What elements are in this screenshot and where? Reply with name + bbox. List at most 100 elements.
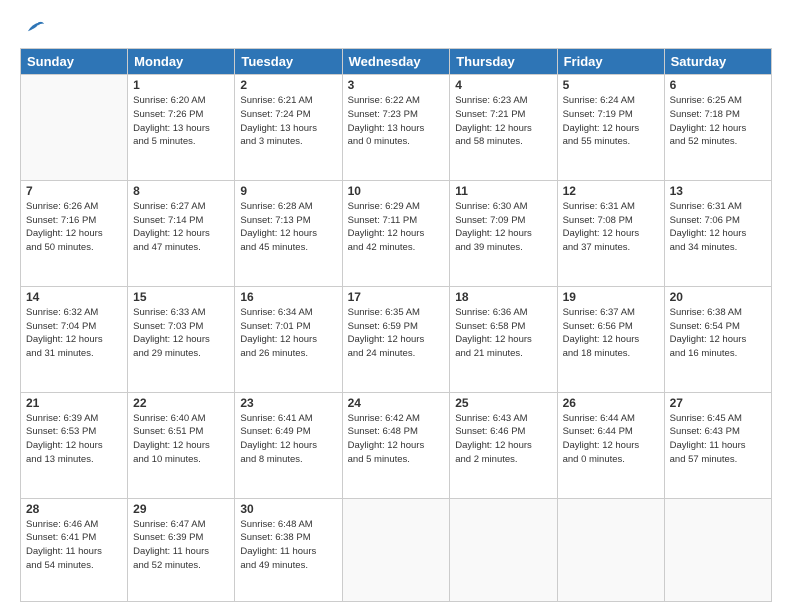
day-info: Sunrise: 6:29 AMSunset: 7:11 PMDaylight:… bbox=[348, 200, 445, 255]
day-number: 6 bbox=[670, 78, 766, 92]
day-number: 21 bbox=[26, 396, 122, 410]
day-info: Sunrise: 6:32 AMSunset: 7:04 PMDaylight:… bbox=[26, 306, 122, 361]
calendar-cell: 9Sunrise: 6:28 AMSunset: 7:13 PMDaylight… bbox=[235, 180, 342, 286]
calendar-cell: 24 Sunrise: 6:42 AMSunset: 6:48 PMDayligh… bbox=[342, 392, 450, 498]
day-number: 13 bbox=[670, 184, 766, 198]
calendar-header-thursday: Thursday bbox=[450, 49, 557, 75]
day-number: 29 bbox=[133, 502, 229, 516]
day-info: Sunrise: 6:39 AMSunset: 6:53 PMDaylight:… bbox=[26, 412, 122, 467]
calendar-week-0: 1 Sunrise: 6:20 AMSunset: 7:26 PMDaylight… bbox=[21, 75, 772, 181]
calendar-cell: 20 Sunrise: 6:38 AMSunset: 6:54 PMDayligh… bbox=[664, 286, 771, 392]
day-info: Sunrise: 6:31 AMSunset: 7:08 PMDaylight:… bbox=[563, 200, 659, 255]
day-number: 12 bbox=[563, 184, 659, 198]
day-number: 17 bbox=[348, 290, 445, 304]
day-info: Sunrise: 6:36 AMSunset: 6:58 PMDaylight:… bbox=[455, 306, 551, 361]
calendar-week-1: 7Sunrise: 6:26 AMSunset: 7:16 PMDaylight… bbox=[21, 180, 772, 286]
calendar-week-4: 28 Sunrise: 6:46 AMSunset: 6:41 PMDayligh… bbox=[21, 498, 772, 601]
day-number: 26 bbox=[563, 396, 659, 410]
calendar-cell: 28 Sunrise: 6:46 AMSunset: 6:41 PMDayligh… bbox=[21, 498, 128, 601]
calendar-table: SundayMondayTuesdayWednesdayThursdayFrid… bbox=[20, 48, 772, 602]
calendar-header-monday: Monday bbox=[128, 49, 235, 75]
calendar-cell: 27 Sunrise: 6:45 AMSunset: 6:43 PMDayligh… bbox=[664, 392, 771, 498]
calendar-cell: 13 Sunrise: 6:31 AMSunset: 7:06 PMDayligh… bbox=[664, 180, 771, 286]
day-number: 4 bbox=[455, 78, 551, 92]
calendar-cell: 15 Sunrise: 6:33 AMSunset: 7:03 PMDayligh… bbox=[128, 286, 235, 392]
day-number: 2 bbox=[240, 78, 336, 92]
page: SundayMondayTuesdayWednesdayThursdayFrid… bbox=[0, 0, 792, 612]
day-info: Sunrise: 6:46 AMSunset: 6:41 PMDaylight:… bbox=[26, 518, 122, 573]
day-info: Sunrise: 6:30 AMSunset: 7:09 PMDaylight:… bbox=[455, 200, 551, 255]
calendar-cell: 3 Sunrise: 6:22 AMSunset: 7:23 PMDaylight… bbox=[342, 75, 450, 181]
calendar-header-wednesday: Wednesday bbox=[342, 49, 450, 75]
day-info: Sunrise: 6:25 AMSunset: 7:18 PMDaylight:… bbox=[670, 94, 766, 149]
calendar-cell: 25 Sunrise: 6:43 AMSunset: 6:46 PMDayligh… bbox=[450, 392, 557, 498]
calendar-cell bbox=[450, 498, 557, 601]
calendar-week-2: 14 Sunrise: 6:32 AMSunset: 7:04 PMDayligh… bbox=[21, 286, 772, 392]
day-number: 24 bbox=[348, 396, 445, 410]
calendar-cell: 30 Sunrise: 6:48 AMSunset: 6:38 PMDayligh… bbox=[235, 498, 342, 601]
calendar-cell: 21 Sunrise: 6:39 AMSunset: 6:53 PMDayligh… bbox=[21, 392, 128, 498]
day-info: Sunrise: 6:33 AMSunset: 7:03 PMDaylight:… bbox=[133, 306, 229, 361]
day-number: 28 bbox=[26, 502, 122, 516]
day-info: Sunrise: 6:45 AMSunset: 6:43 PMDaylight:… bbox=[670, 412, 766, 467]
day-number: 10 bbox=[348, 184, 445, 198]
calendar-header-friday: Friday bbox=[557, 49, 664, 75]
day-info: Sunrise: 6:26 AMSunset: 7:16 PMDaylight:… bbox=[26, 200, 122, 255]
calendar-cell bbox=[21, 75, 128, 181]
header bbox=[20, 18, 772, 40]
day-info: Sunrise: 6:48 AMSunset: 6:38 PMDaylight:… bbox=[240, 518, 336, 573]
day-info: Sunrise: 6:40 AMSunset: 6:51 PMDaylight:… bbox=[133, 412, 229, 467]
calendar-cell bbox=[557, 498, 664, 601]
calendar-header-sunday: Sunday bbox=[21, 49, 128, 75]
calendar-cell: 22 Sunrise: 6:40 AMSunset: 6:51 PMDayligh… bbox=[128, 392, 235, 498]
day-info: Sunrise: 6:22 AMSunset: 7:23 PMDaylight:… bbox=[348, 94, 445, 149]
day-number: 25 bbox=[455, 396, 551, 410]
day-number: 22 bbox=[133, 396, 229, 410]
calendar-cell bbox=[664, 498, 771, 601]
calendar-cell: 10 Sunrise: 6:29 AMSunset: 7:11 PMDayligh… bbox=[342, 180, 450, 286]
day-info: Sunrise: 6:44 AMSunset: 6:44 PMDaylight:… bbox=[563, 412, 659, 467]
calendar-cell: 26 Sunrise: 6:44 AMSunset: 6:44 PMDayligh… bbox=[557, 392, 664, 498]
day-number: 8 bbox=[133, 184, 229, 198]
calendar-cell: 23Sunrise: 6:41 AMSunset: 6:49 PMDayligh… bbox=[235, 392, 342, 498]
logo bbox=[20, 18, 44, 40]
day-number: 15 bbox=[133, 290, 229, 304]
day-number: 14 bbox=[26, 290, 122, 304]
day-info: Sunrise: 6:34 AMSunset: 7:01 PMDaylight:… bbox=[240, 306, 336, 361]
day-info: Sunrise: 6:20 AMSunset: 7:26 PMDaylight:… bbox=[133, 94, 229, 149]
calendar-cell: 12 Sunrise: 6:31 AMSunset: 7:08 PMDayligh… bbox=[557, 180, 664, 286]
calendar-cell: 2 Sunrise: 6:21 AMSunset: 7:24 PMDaylight… bbox=[235, 75, 342, 181]
day-info: Sunrise: 6:42 AMSunset: 6:48 PMDaylight:… bbox=[348, 412, 445, 467]
day-info: Sunrise: 6:21 AMSunset: 7:24 PMDaylight:… bbox=[240, 94, 336, 149]
calendar-cell: 6 Sunrise: 6:25 AMSunset: 7:18 PMDaylight… bbox=[664, 75, 771, 181]
calendar-cell: 5Sunrise: 6:24 AMSunset: 7:19 PMDaylight… bbox=[557, 75, 664, 181]
calendar-cell bbox=[342, 498, 450, 601]
day-info: Sunrise: 6:41 AMSunset: 6:49 PMDaylight:… bbox=[240, 412, 336, 467]
calendar-cell: 4Sunrise: 6:23 AMSunset: 7:21 PMDaylight… bbox=[450, 75, 557, 181]
day-info: Sunrise: 6:37 AMSunset: 6:56 PMDaylight:… bbox=[563, 306, 659, 361]
calendar-cell: 11 Sunrise: 6:30 AMSunset: 7:09 PMDayligh… bbox=[450, 180, 557, 286]
calendar-cell: 29 Sunrise: 6:47 AMSunset: 6:39 PMDayligh… bbox=[128, 498, 235, 601]
calendar-cell: 8 Sunrise: 6:27 AMSunset: 7:14 PMDaylight… bbox=[128, 180, 235, 286]
calendar-cell: 18 Sunrise: 6:36 AMSunset: 6:58 PMDayligh… bbox=[450, 286, 557, 392]
day-info: Sunrise: 6:27 AMSunset: 7:14 PMDaylight:… bbox=[133, 200, 229, 255]
day-number: 16 bbox=[240, 290, 336, 304]
calendar-cell: 17 Sunrise: 6:35 AMSunset: 6:59 PMDayligh… bbox=[342, 286, 450, 392]
day-info: Sunrise: 6:35 AMSunset: 6:59 PMDaylight:… bbox=[348, 306, 445, 361]
day-number: 30 bbox=[240, 502, 336, 516]
day-info: Sunrise: 6:31 AMSunset: 7:06 PMDaylight:… bbox=[670, 200, 766, 255]
calendar-cell: 7Sunrise: 6:26 AMSunset: 7:16 PMDaylight… bbox=[21, 180, 128, 286]
day-info: Sunrise: 6:47 AMSunset: 6:39 PMDaylight:… bbox=[133, 518, 229, 573]
day-number: 19 bbox=[563, 290, 659, 304]
day-number: 11 bbox=[455, 184, 551, 198]
day-info: Sunrise: 6:38 AMSunset: 6:54 PMDaylight:… bbox=[670, 306, 766, 361]
day-info: Sunrise: 6:43 AMSunset: 6:46 PMDaylight:… bbox=[455, 412, 551, 467]
day-number: 1 bbox=[133, 78, 229, 92]
day-number: 18 bbox=[455, 290, 551, 304]
day-number: 3 bbox=[348, 78, 445, 92]
day-number: 27 bbox=[670, 396, 766, 410]
day-info: Sunrise: 6:28 AMSunset: 7:13 PMDaylight:… bbox=[240, 200, 336, 255]
calendar-cell: 14 Sunrise: 6:32 AMSunset: 7:04 PMDayligh… bbox=[21, 286, 128, 392]
calendar-week-3: 21 Sunrise: 6:39 AMSunset: 6:53 PMDayligh… bbox=[21, 392, 772, 498]
day-number: 20 bbox=[670, 290, 766, 304]
